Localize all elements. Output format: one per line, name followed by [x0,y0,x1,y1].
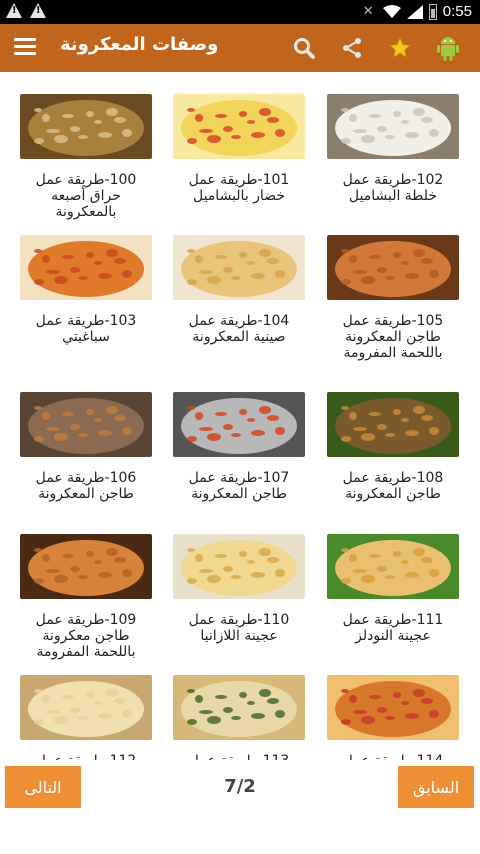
recipe-image [327,675,459,740]
mute-icon: ✕ [362,3,374,19]
recipe-image [327,235,459,300]
menu-button[interactable] [14,38,36,58]
search-button[interactable] [288,32,320,64]
warning-icon [30,3,46,18]
recipe-title: 108-طريقة عمل طاجن المعكرونة [342,470,444,502]
next-button[interactable]: التالى [5,766,81,808]
recipe-title: 111-طريقة عمل عجينة النودلز [342,612,444,644]
previous-button[interactable]: السابق [398,766,474,808]
android-icon [437,37,459,61]
recipe-image [173,235,305,300]
recipe-title: 100-طريقة عمل حراق أصبعه بالمعكرونة [35,172,137,220]
recipe-title: 112-طريقة عمل [20,753,152,760]
star-icon [387,35,413,59]
recipe-image [20,235,152,300]
status-bar: ✕ 0:55 [0,0,480,24]
recipe-image [173,534,305,599]
share-button[interactable] [336,32,368,64]
battery-icon [428,3,437,20]
recipe-grid: 100-طريقة عمل حراق أصبعه بالمعكرونة 101-ط… [0,72,480,760]
warning-icon [6,3,22,18]
app-title: وصفات المعكرونة [60,34,219,55]
recipe-image [327,534,459,599]
recipe-image [20,392,152,457]
recipe-image [173,392,305,457]
recipe-title: 101-طريقة عمل خضار بالبشاميل [188,172,290,204]
page-indicator: 7/2 [224,776,256,797]
recipe-title: 107-طريقة عمل طاجن المعكرونة [188,470,290,502]
recipe-title: 102-طريقة عمل خلطة البشاميل [342,172,444,204]
recipe-title: 109-طريقة عمل طاجن معكرونة باللحمة المفر… [35,612,137,660]
recipe-title: 110-طريقة عمل عجينة اللازانيا [188,612,290,644]
recipe-title: 106-طريقة عمل طاجن المعكرونة [35,470,137,502]
recipe-image [20,94,152,159]
recipe-image [327,94,459,159]
pagination-bar: التالى 7/2 السابق [0,760,480,854]
wifi-icon [382,4,401,18]
recipe-image [20,534,152,599]
recipe-title: 105-طريقة عمل طاجن المعكرونة باللحمة الم… [342,313,444,361]
recipe-image [20,675,152,740]
recipe-title: 103-طريقة عمل سباغيتي [35,313,137,345]
favorite-button[interactable] [384,32,416,64]
recipe-image [173,94,305,159]
signal-icon [406,4,423,19]
android-button[interactable] [432,32,464,64]
recipe-title: 104-طريقة عمل صينية المعكرونة [188,313,290,345]
recipe-title: 114-طريقة عمل [327,753,459,760]
recipe-title: 113-طريقة عمل [173,753,305,760]
recipe-image [173,675,305,740]
app-bar: وصفات المعكرونة [0,24,480,72]
recipe-image [327,392,459,457]
status-time: 0:55 [442,3,472,20]
share-icon [343,38,361,58]
search-icon [294,38,315,59]
